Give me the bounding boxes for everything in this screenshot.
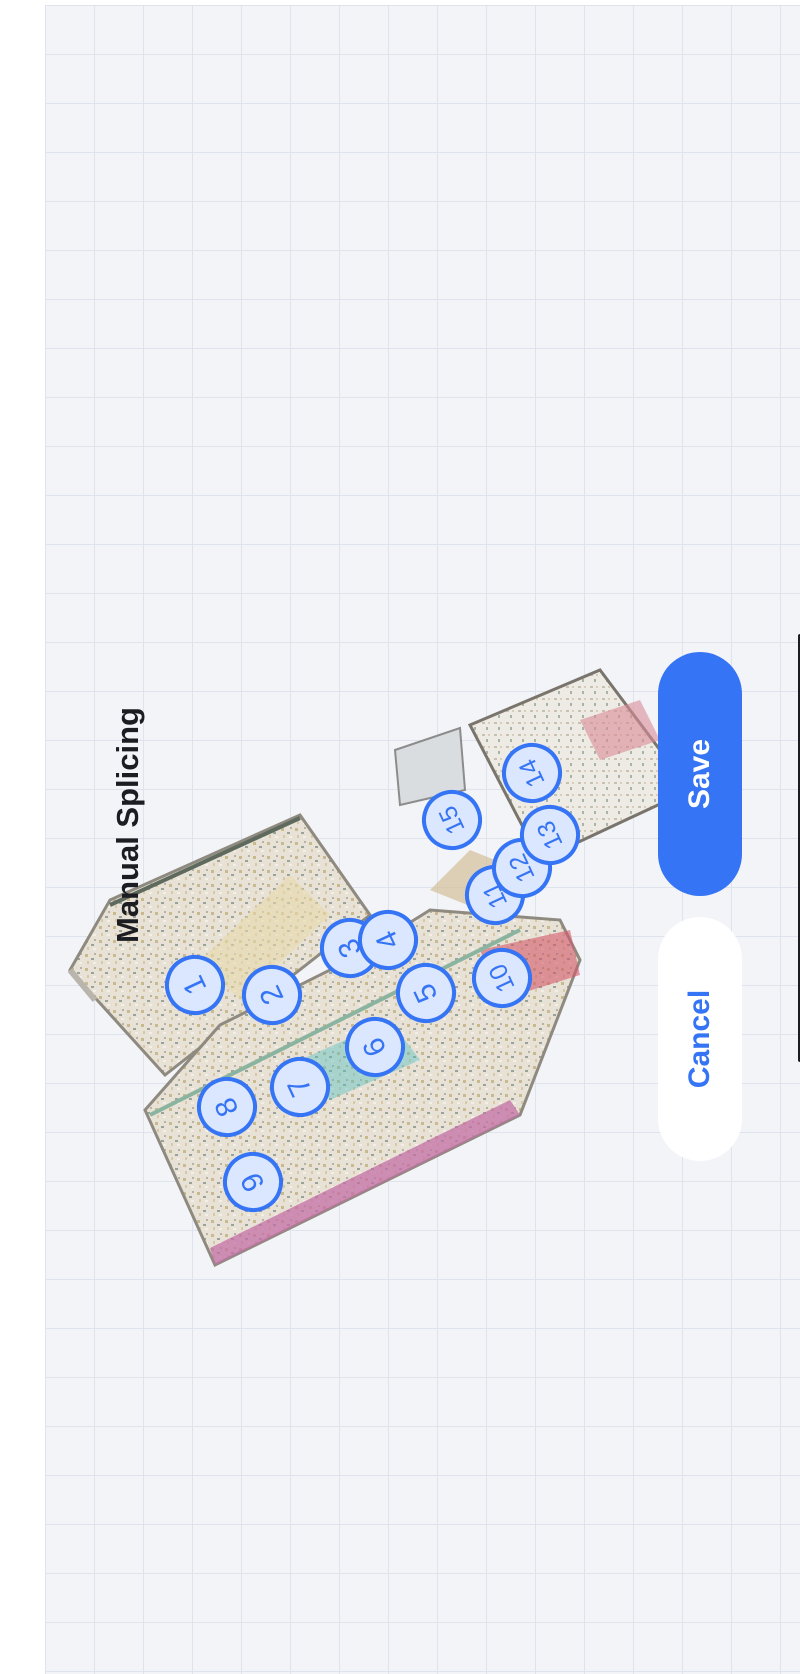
cancel-button[interactable]: Cancel <box>658 917 742 1161</box>
page-title: Manual Splicing <box>110 707 145 943</box>
save-button[interactable]: Save <box>658 652 742 896</box>
